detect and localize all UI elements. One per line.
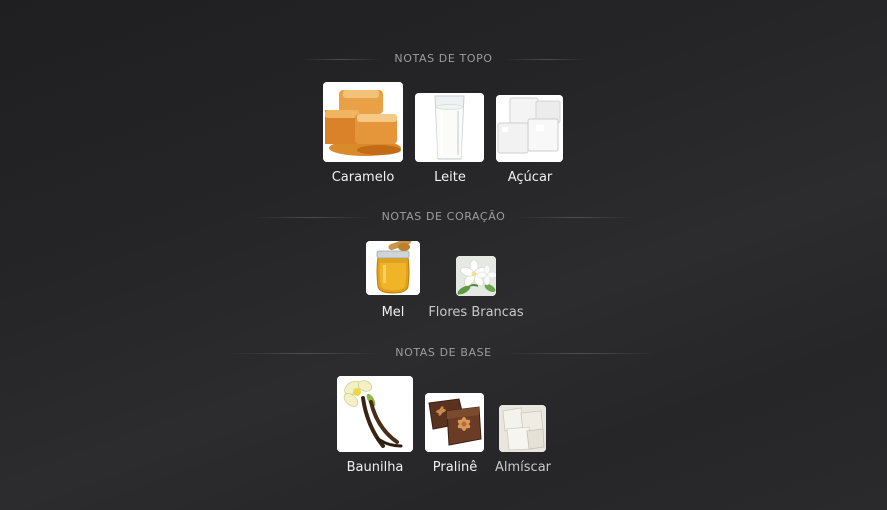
sugar-cubes-icon — [496, 95, 563, 162]
section-title-text: NOTAS DE BASE — [395, 346, 492, 359]
note-label: Pralinê — [432, 460, 478, 475]
honey-jar-icon — [366, 241, 420, 295]
milk-glass-icon — [415, 93, 484, 162]
caramel-icon — [323, 82, 403, 162]
divider-left — [300, 59, 382, 60]
divider-left — [255, 217, 369, 218]
white-flowers-icon — [456, 256, 496, 296]
divider-right — [505, 59, 587, 60]
note-label: Leite — [434, 170, 466, 185]
section-title-heart-notes: NOTAS DE CORAÇÃO — [0, 210, 887, 223]
section-title-text: NOTAS DE TOPO — [394, 52, 493, 65]
praline-chocolate-icon — [425, 393, 484, 452]
note-label: Caramelo — [331, 170, 395, 185]
musk-icon — [499, 405, 546, 452]
vanilla-icon — [337, 376, 413, 452]
section-title-base-notes: NOTAS DE BASE — [0, 346, 887, 359]
section-title-text: NOTAS DE CORAÇÃO — [381, 210, 506, 223]
divider-right — [505, 353, 657, 354]
note-label: Mel — [381, 305, 405, 320]
divider-left — [230, 353, 382, 354]
note-label: Almíscar — [494, 460, 552, 475]
note-label: Açúcar — [507, 170, 553, 185]
divider-right — [518, 217, 632, 218]
note-label: Baunilha — [346, 460, 404, 475]
note-label: Flores Brancas — [428, 305, 524, 320]
section-title-top-notes: NOTAS DE TOPO — [0, 52, 887, 65]
